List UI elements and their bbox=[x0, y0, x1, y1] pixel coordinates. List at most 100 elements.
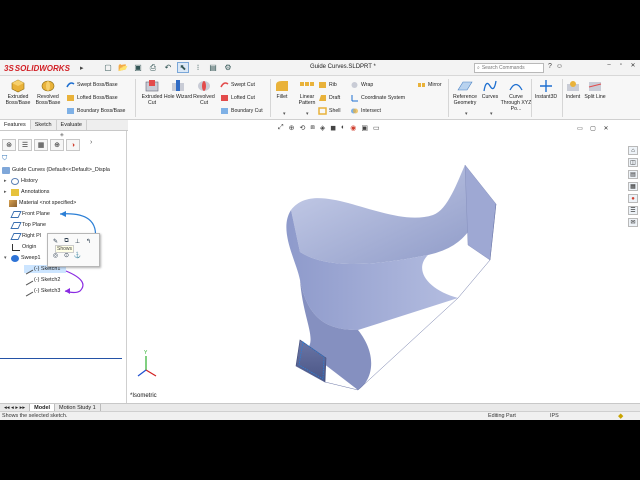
viewport-close-icon[interactable]: ✕ bbox=[601, 124, 611, 132]
extruded-boss-button[interactable]: Extruded Boss/Base bbox=[3, 79, 33, 106]
draft-label: Draft bbox=[329, 95, 341, 101]
svg-text:Y: Y bbox=[144, 350, 148, 356]
swept-cut-button[interactable]: Swept Cut bbox=[220, 80, 255, 90]
resources-icon[interactable]: ◫ bbox=[628, 158, 638, 167]
minimize-icon[interactable]: – bbox=[604, 61, 614, 69]
help-icon[interactable]: ? bbox=[548, 63, 552, 70]
mirror-button[interactable]: Mirror bbox=[417, 80, 442, 90]
part-model: Y bbox=[137, 164, 497, 391]
maximize-icon[interactable]: ▫ bbox=[616, 61, 626, 69]
swept-top-surface bbox=[291, 165, 496, 265]
scene-icon[interactable]: ▣ bbox=[361, 124, 368, 132]
new-icon[interactable]: ▢ bbox=[102, 62, 114, 73]
view-orientation-label: *Isometric bbox=[130, 393, 157, 399]
fillet-dropdown-icon[interactable]: ▾ bbox=[283, 111, 286, 117]
rollback-icon[interactable]: ↰ bbox=[84, 237, 93, 246]
viewport-restore-icon[interactable]: ▢ bbox=[588, 124, 598, 132]
user-icon[interactable]: ☺ bbox=[556, 63, 563, 70]
traffic-light-icon[interactable]: ⁝ bbox=[192, 62, 204, 73]
print-icon[interactable]: ⎙ bbox=[147, 62, 159, 73]
linear-pattern-icon bbox=[300, 82, 314, 86]
undo-icon[interactable]: ↶ bbox=[162, 62, 174, 73]
rib-icon bbox=[319, 82, 326, 88]
close-icon[interactable]: ✕ bbox=[628, 61, 638, 69]
select-icon[interactable]: ⬉ bbox=[177, 62, 189, 73]
appearances-icon[interactable]: ● bbox=[628, 194, 638, 203]
display-settings-icon[interactable]: ▭ bbox=[373, 124, 380, 132]
shell-icon bbox=[318, 107, 327, 115]
intersect-button[interactable]: Intersect bbox=[350, 106, 381, 116]
wrap-label: Wrap bbox=[361, 82, 374, 88]
save-icon[interactable]: ▣ bbox=[132, 62, 144, 73]
home-icon[interactable]: ⌂ bbox=[628, 146, 638, 155]
instant3d-button[interactable]: Instant3D bbox=[531, 79, 561, 100]
rebuild-icon[interactable]: ◆ bbox=[618, 412, 623, 420]
reference-geometry-button[interactable]: Reference Geometry bbox=[450, 79, 480, 106]
refgeom-dropdown-icon[interactable]: ▾ bbox=[465, 111, 468, 117]
fillet-button[interactable]: Fillet bbox=[270, 79, 294, 100]
normal-to-icon[interactable]: ⊥ bbox=[73, 237, 82, 246]
tree-rollback-bar[interactable] bbox=[0, 358, 122, 359]
curves-dropdown-icon[interactable]: ▾ bbox=[490, 111, 493, 117]
extrude-icon bbox=[11, 79, 25, 93]
curve-through-label: Curve Through XYZ Po... bbox=[500, 94, 532, 112]
zoom-fit-icon[interactable]: ⤢ bbox=[278, 124, 284, 132]
revolved-cut-button[interactable]: Revolved Cut bbox=[189, 79, 219, 106]
coordinate-system-icon bbox=[351, 95, 358, 102]
coordinate-system-label: Coordinate System bbox=[361, 95, 406, 101]
section-view-icon[interactable]: ⧈ bbox=[310, 124, 314, 132]
lofted-cut-button[interactable]: Lofted Cut bbox=[220, 93, 255, 103]
lofted-boss-button[interactable]: Lofted Boss/Base bbox=[66, 93, 118, 103]
boundary-cut-button[interactable]: Boundary Cut bbox=[220, 106, 263, 116]
revolved-boss-label: Revolved Boss/Base bbox=[35, 94, 61, 106]
appearance-icon[interactable]: ◉ bbox=[350, 124, 356, 132]
annotation-arrow-purple bbox=[64, 270, 84, 294]
annotation-overlay bbox=[59, 211, 97, 294]
boundary-cut-icon bbox=[221, 108, 228, 114]
pattern-dropdown-icon[interactable]: ▾ bbox=[306, 111, 309, 117]
shell-button[interactable]: Shell bbox=[318, 106, 341, 116]
custom-properties-icon[interactable]: ☰ bbox=[628, 206, 638, 215]
swept-cut-label: Swept Cut bbox=[231, 82, 255, 88]
open-icon[interactable]: 📂 bbox=[117, 62, 129, 73]
units-selector[interactable]: IPS bbox=[550, 413, 559, 419]
annotation-arrowhead bbox=[65, 288, 70, 294]
boundary-boss-button[interactable]: Boundary Boss/Base bbox=[66, 106, 125, 116]
coordinate-system-button[interactable]: Coordinate System bbox=[350, 93, 405, 103]
display-style-icon[interactable]: ◼ bbox=[330, 124, 336, 132]
lofted-cut-label: Lofted Cut bbox=[231, 95, 255, 101]
viewport-minimize-icon[interactable]: ▭ bbox=[575, 124, 585, 132]
previous-view-icon[interactable]: ⟲ bbox=[299, 124, 305, 132]
anchor-icon[interactable]: ⚓ bbox=[73, 251, 82, 260]
tab-features[interactable]: Features bbox=[0, 120, 31, 130]
fillet-icon bbox=[276, 81, 288, 91]
curve-through-xyz-button[interactable]: Curve Through XYZ Po... bbox=[500, 79, 532, 112]
split-line-button[interactable]: Split Line bbox=[582, 79, 608, 100]
menu-expand-icon[interactable]: ▸ bbox=[80, 64, 84, 72]
search-icon: ⌕ bbox=[477, 65, 480, 71]
file-explorer-icon[interactable]: ▦ bbox=[628, 182, 638, 191]
ribbon-separator bbox=[135, 79, 136, 117]
wrap-button[interactable]: Wrap bbox=[350, 80, 373, 90]
draft-button[interactable]: Draft bbox=[318, 93, 340, 103]
tab-evaluate[interactable]: Evaluate bbox=[57, 120, 87, 130]
zoom-area-icon[interactable]: ⊕ bbox=[289, 124, 295, 132]
graphics-area[interactable]: Y bbox=[128, 120, 627, 403]
swept-boss-button[interactable]: Swept Boss/Base bbox=[66, 80, 118, 90]
gear-icon[interactable]: ⚙ bbox=[222, 62, 234, 73]
rib-button[interactable]: Rib bbox=[318, 80, 337, 90]
mirror-icon bbox=[418, 83, 425, 87]
design-library-icon[interactable]: ▤ bbox=[628, 170, 638, 179]
solidworks-forum-icon[interactable]: ✉ bbox=[628, 218, 638, 227]
revolved-boss-button[interactable]: Revolved Boss/Base bbox=[33, 79, 63, 106]
search-input[interactable]: ⌕ Search Commands bbox=[474, 63, 544, 73]
solidworks-logo[interactable]: 3S SOLIDWORKS bbox=[4, 62, 70, 74]
hole-wizard-icon bbox=[172, 80, 184, 91]
view-orientation-icon[interactable]: ◈ bbox=[320, 124, 325, 132]
revolved-cut-icon bbox=[198, 81, 210, 91]
tab-sketch[interactable]: Sketch bbox=[31, 120, 57, 130]
options-icon[interactable]: ▤ bbox=[207, 62, 219, 73]
lofted-cut-icon bbox=[221, 95, 228, 101]
curve-through-icon bbox=[509, 83, 523, 91]
hide-show-icon[interactable]: ◐ bbox=[341, 124, 345, 132]
